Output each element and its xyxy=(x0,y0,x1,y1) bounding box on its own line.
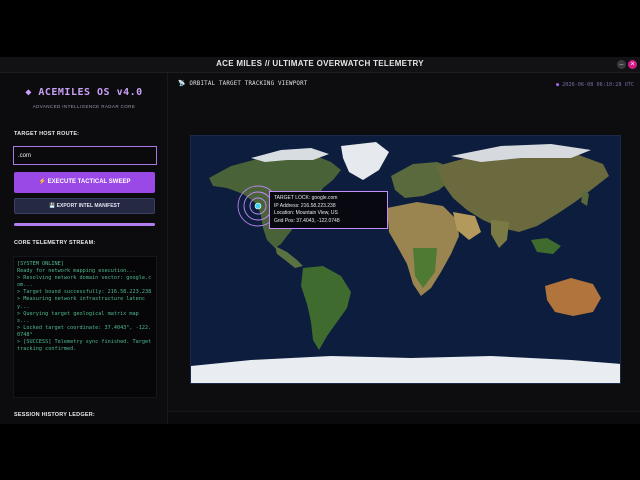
world-map-svg xyxy=(191,142,620,383)
utc-timestamp: 2026-06-08 06:10:28 UTC xyxy=(562,82,634,88)
landmass-greenland xyxy=(341,142,389,180)
target-host-input[interactable] xyxy=(13,146,157,165)
viewport-header: 📡 ORBITAL TARGET TRACKING VIEWPORT xyxy=(178,81,308,87)
tooltip-grid: Grid Pos: 37.4043, -122.0748 xyxy=(274,217,340,224)
target-tooltip: TARGET LOCK: google.com IP Address: 216.… xyxy=(269,191,388,229)
sidebar: ◆ ACEMILES OS v4.0 ADVANCED INTELLIGENCE… xyxy=(0,73,168,424)
target-marker xyxy=(254,202,262,210)
tooltip-location: Location: Mountain View, US xyxy=(274,210,338,217)
title-bar: ACE MILES // ULTIMATE OVERWATCH TELEMETR… xyxy=(0,57,640,73)
console-line: Ready for network mapping execution... xyxy=(17,268,136,275)
console-line: > Target bound successfully: 216.58.223.… xyxy=(17,289,152,296)
history-label: SESSION HISTORY LEDGER: xyxy=(14,412,95,418)
telemetry-console: [SYSTEM ONLINE] Ready for network mapping… xyxy=(13,256,157,398)
window-title: ACE MILES // ULTIMATE OVERWATCH TELEMETR… xyxy=(216,59,424,68)
landmass-south-america xyxy=(301,266,351,350)
tooltip-ip: IP Address: 216.58.223.238 xyxy=(274,202,336,209)
target-host-label: TARGET HOST ROUTE: xyxy=(14,131,80,137)
sweep-progress-bar xyxy=(14,223,155,226)
close-button[interactable]: × xyxy=(628,60,637,69)
utc-clock: ● 2026-06-08 06:10:28 UTC xyxy=(556,82,634,88)
landmass-southeast-asia xyxy=(531,238,561,254)
console-line: > Locked target coordinate: 37.4043°, -1… xyxy=(17,324,152,338)
brand-subtitle: ADVANCED INTELLIGENCE RADAR CORE xyxy=(32,104,136,109)
console-line: > [SUCCESS] Telemetry sync finished. Tar… xyxy=(17,339,155,353)
viewport-title: ORBITAL TARGET TRACKING VIEWPORT xyxy=(189,81,308,87)
landmass-central-america xyxy=(275,246,303,268)
clock-dot-icon: ● xyxy=(556,82,560,88)
export-manifest-button[interactable]: 💾 EXPORT INTEL MANIFEST xyxy=(14,198,155,214)
console-line: > Resolving network domain vector: googl… xyxy=(17,275,152,289)
main-footer-strip xyxy=(168,411,640,424)
brand-title: ◆ ACEMILES OS v4.0 xyxy=(25,87,143,98)
world-map[interactable]: TARGET LOCK: google.com IP Address: 216.… xyxy=(190,135,621,384)
landmass-india xyxy=(491,220,509,248)
console-line: > Querying target geological matrix map … xyxy=(17,310,142,324)
minimize-button[interactable]: – xyxy=(617,60,626,69)
telemetry-label: CORE TELEMETRY STREAM: xyxy=(14,240,96,246)
landmass-australia xyxy=(545,278,601,316)
console-line: > Measuring network infrastructure laten… xyxy=(17,296,146,310)
console-line: [SYSTEM ONLINE] xyxy=(17,261,64,267)
sweep-progress-fill xyxy=(14,223,155,226)
execute-sweep-button[interactable]: ⚡ EXECUTE TACTICAL SWEEP xyxy=(14,172,155,193)
landmass-antarctica xyxy=(191,356,620,383)
main-panel: 📡 ORBITAL TARGET TRACKING VIEWPORT ● 2026-… xyxy=(168,73,640,424)
radar-icon: 📡 xyxy=(178,81,186,87)
tooltip-target: TARGET LOCK: google.com xyxy=(274,195,338,201)
